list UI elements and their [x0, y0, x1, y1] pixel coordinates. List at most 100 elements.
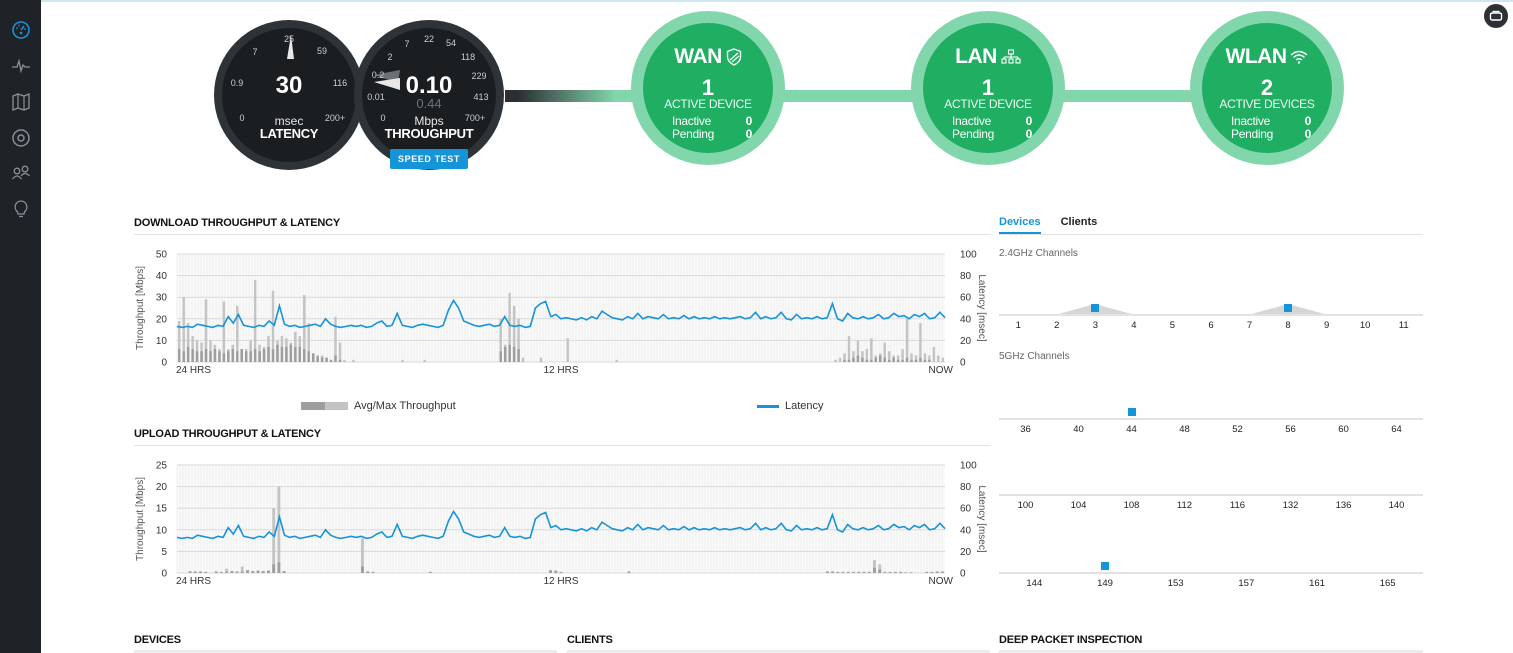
max-throughput-bar — [272, 508, 276, 573]
avg-throughput-bar — [831, 571, 835, 573]
speedometer-icon — [11, 21, 30, 39]
download-chart-svg: 0 10 20 30 40 50 0 20 40 60 80 100 Throughput [Mbps]… — [135, 250, 987, 377]
sidebar-item-dashboard[interactable] — [0, 16, 41, 44]
channel-label: 60 — [1338, 424, 1349, 435]
chat-button[interactable] — [1484, 4, 1508, 28]
avg-throughput-bar — [856, 355, 860, 362]
x-tick-label: 12 HRS — [543, 365, 578, 376]
avg-throughput-bar — [209, 351, 212, 362]
avg-throughput-bar — [186, 346, 190, 362]
download-chart: 0 10 20 30 40 50 0 20 40 60 80 100 Throughput [Mbps]… — [130, 245, 1000, 390]
avg-throughput-bar — [928, 359, 931, 362]
avg-throughput-bar — [887, 359, 891, 362]
y-tick-label: 0 — [161, 569, 167, 580]
legend-latency-label: Latency — [785, 400, 824, 412]
channel-usage-marker[interactable] — [1284, 304, 1293, 312]
wlan-active-label: ACTIVE DEVICES — [1219, 97, 1315, 111]
wan-status[interactable]: WAN 1 ACTIVE DEVICE Inactive 0 Pending 0 — [623, 3, 793, 173]
avg-throughput-bar — [888, 572, 892, 573]
max-throughput-bar — [343, 359, 346, 362]
sidebar-item-clients[interactable] — [0, 159, 41, 187]
channel-usage-marker[interactable] — [1127, 408, 1136, 416]
avg-throughput-bar — [503, 346, 507, 362]
channel-label: 100 — [1017, 500, 1034, 511]
sidebar-item-statistics[interactable] — [0, 52, 41, 80]
avg-throughput-bar — [896, 359, 900, 362]
avg-throughput-bar — [559, 572, 563, 573]
y2-tick-label: 0 — [960, 569, 966, 580]
avg-throughput-bar — [256, 570, 260, 573]
max-throughput-bar — [566, 338, 569, 362]
y2-tick-label: 40 — [960, 525, 972, 536]
throughput-secondary-value: 0.44 — [416, 96, 442, 111]
latency-gauge: 0 0.9 7 25 59 116 200+ 30 msec LATENCY — [214, 20, 364, 170]
avg-throughput-bar — [188, 571, 192, 573]
avg-throughput-bar — [371, 572, 375, 573]
avg-throughput-bar — [870, 359, 873, 362]
x-tick-label: NOW — [929, 365, 954, 376]
avg-throughput-bar — [231, 349, 235, 362]
avg-throughput-bar — [307, 351, 310, 362]
y-tick-label: 30 — [156, 293, 168, 304]
avg-throughput-bar — [276, 344, 279, 362]
avg-throughput-bar — [919, 357, 922, 362]
wan-inactive-label: Inactive — [672, 114, 711, 128]
dpi-section-title: DEEP PACKET INSPECTION — [999, 634, 1143, 646]
wlan-status[interactable]: WLAN 2 ACTIVE DEVICES Inactive 0 Pending 0 — [1182, 3, 1352, 173]
avg-throughput-bar — [193, 571, 197, 573]
wlan-inactive-label: Inactive — [1231, 114, 1270, 128]
max-throughput-bar — [905, 318, 909, 362]
avg-throughput-bar — [240, 571, 244, 573]
y-axis-title: Throughput [Mbps] — [135, 266, 146, 350]
avg-throughput-bar — [867, 572, 871, 573]
channel-label: 165 — [1379, 578, 1396, 589]
gauge-tick: 22 — [423, 34, 435, 44]
avg-throughput-bar — [325, 357, 328, 362]
avg-throughput-bar — [846, 572, 850, 573]
pulse-icon — [11, 58, 30, 74]
y2-tick-label: 100 — [960, 461, 977, 472]
avg-throughput-bar — [334, 355, 337, 362]
avg-throughput-bar — [262, 349, 266, 362]
avg-throughput-bar — [852, 357, 855, 362]
channel-tabs: Devices Clients — [999, 216, 1097, 234]
y2-tick-label: 60 — [960, 293, 972, 304]
shield-icon — [726, 48, 741, 66]
avg-throughput-bar — [910, 359, 913, 362]
speed-test-button[interactable]: SPEED TEST — [390, 149, 468, 169]
avg-throughput-bar — [236, 351, 239, 362]
max-throughput-bar — [338, 342, 342, 362]
avg-throughput-bar — [338, 359, 342, 362]
avg-throughput-bar — [294, 346, 297, 362]
avg-throughput-bar — [271, 349, 275, 362]
avg-throughput-bar — [182, 351, 185, 362]
avg-throughput-bar — [246, 570, 249, 573]
avg-throughput-bar — [195, 351, 199, 362]
band-5-row-axis — [999, 494, 1423, 496]
download-chart-title: DOWNLOAD THROUGHPUT & LATENCY — [134, 217, 341, 229]
target-icon — [11, 129, 30, 147]
tab-devices[interactable]: Devices — [999, 216, 1041, 234]
avg-throughput-bar — [204, 349, 208, 362]
avg-throughput-bar — [316, 355, 319, 362]
avg-throughput-bar — [251, 571, 255, 573]
avg-throughput-bar — [826, 571, 829, 573]
channel-usage-marker[interactable] — [1101, 562, 1109, 570]
max-throughput-bar — [937, 355, 940, 362]
channel-label: 2 — [1054, 320, 1060, 331]
max-throughput-bar — [834, 359, 837, 362]
y2-tick-label: 60 — [960, 504, 972, 515]
channel-usage-marker[interactable] — [1091, 304, 1100, 312]
sidebar-item-map[interactable] — [0, 88, 41, 116]
tab-clients[interactable]: Clients — [1061, 216, 1098, 234]
avg-throughput-bar — [191, 349, 194, 362]
divider — [999, 234, 1423, 235]
channel-label: 149 — [1097, 578, 1113, 589]
avg-throughput-bar — [878, 569, 882, 573]
channel-label: 144 — [1026, 578, 1043, 589]
avg-throughput-bar — [280, 346, 284, 362]
sidebar-item-devices[interactable] — [0, 124, 41, 152]
sidebar-item-insights[interactable] — [0, 195, 41, 223]
lan-status[interactable]: LAN 1 ACTIVE DEVICE Inactive 0 Pending 0 — [903, 3, 1073, 173]
avg-throughput-bar — [627, 571, 631, 573]
